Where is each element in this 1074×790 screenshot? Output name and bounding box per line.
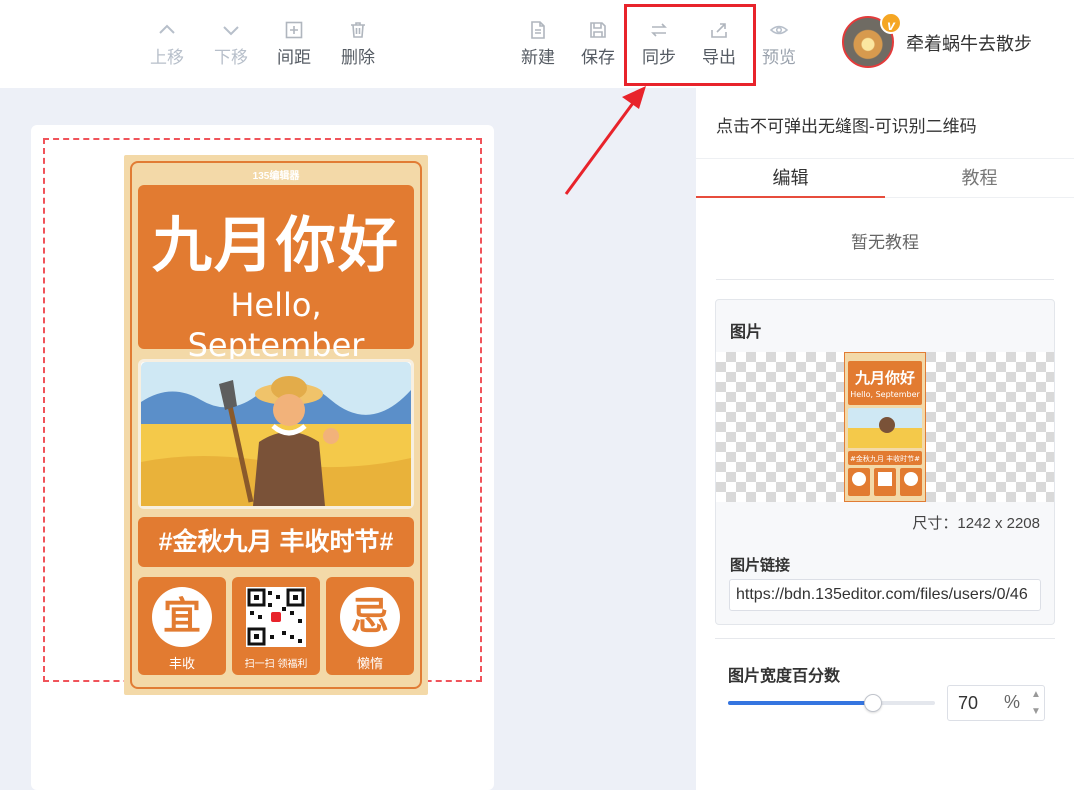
tab-edit[interactable]: 编辑 [696, 159, 885, 198]
tile-right-caption: 懒惰 [356, 656, 383, 671]
spacing-button[interactable]: 间距 [269, 20, 319, 74]
qr-code [246, 587, 306, 647]
svg-text:#金秋九月 丰收时节#: #金秋九月 丰收时节# [850, 454, 920, 463]
chevron-up-icon [142, 20, 192, 46]
poster-title: 九月你好 [152, 211, 400, 281]
poster-tile-right: 忌 懒惰 [326, 577, 414, 675]
preview-button[interactable]: 预览 [754, 20, 804, 74]
slider-fill [728, 701, 873, 705]
preview-label: 预览 [762, 48, 796, 67]
move-down-button[interactable]: 下移 [206, 20, 256, 74]
poster-tile-qr: 扫一扫 领福利 [232, 577, 320, 675]
increment-arrow-icon[interactable]: ▲ [1028, 686, 1044, 703]
chevron-down-icon [206, 20, 256, 46]
top-toolbar: 上移 下移 间距 删除 新建 保存 同步 导出 预览 v 牵着蜗牛去散步 [0, 0, 1074, 88]
delete-button[interactable]: 删除 [333, 20, 383, 74]
section-divider [715, 638, 1055, 639]
spacing-label: 间距 [277, 48, 311, 67]
tile-left-caption: 丰收 [168, 656, 195, 671]
save-label: 保存 [581, 48, 615, 67]
tile-right-char: 忌 [340, 587, 400, 647]
new-button[interactable]: 新建 [513, 20, 563, 74]
poster-subtitle: Hello, September [187, 286, 365, 364]
svg-text:Hello, September: Hello, September [850, 390, 920, 399]
plus-square-icon [269, 20, 319, 46]
username[interactable]: 牵着蜗牛去散步 [906, 30, 1032, 56]
poster-tile-left: 宜 丰收 [138, 577, 226, 675]
editor-canvas-area: 135编辑器 九月你好 Hello, September #金秋九月 丰收时节#… [0, 88, 696, 790]
image-thumbnail[interactable]: 九月你好 Hello, September #金秋九月 丰收时节# [844, 352, 926, 502]
width-percent-value[interactable]: 70 [958, 693, 978, 714]
image-size-text: 尺寸：1242 x 2208 [912, 515, 1040, 532]
svg-text:九月你好: 九月你好 [854, 369, 915, 387]
image-section-title: 图片 [730, 324, 763, 341]
sync-export-highlight-box [624, 4, 756, 86]
poster-frame: 135编辑器 九月你好 Hello, September #金秋九月 丰收时节#… [130, 161, 422, 689]
farmer-illustration [138, 359, 414, 509]
floppy-disk-icon [573, 20, 623, 46]
poster-brand: 135编辑器 [252, 171, 300, 182]
image-preview-area: 九月你好 Hello, September #金秋九月 丰收时节# [716, 352, 1054, 502]
tab-tutorial[interactable]: 教程 [885, 159, 1074, 198]
move-up-label: 上移 [150, 48, 184, 67]
image-settings-card: 图片 九月你好 Hello, September #金秋九月 丰收时节# 尺寸：… [715, 299, 1055, 625]
trash-icon [333, 20, 383, 46]
delete-label: 删除 [341, 48, 375, 67]
editor-page[interactable]: 135编辑器 九月你好 Hello, September #金秋九月 丰收时节#… [31, 125, 494, 790]
document-icon [513, 20, 563, 46]
poster-image[interactable]: 135编辑器 九月你好 Hello, September #金秋九月 丰收时节#… [124, 155, 428, 695]
width-percent-unit: % [1004, 692, 1021, 712]
decrement-arrow-icon[interactable]: ▼ [1028, 703, 1044, 720]
selected-image-outline[interactable]: 135编辑器 九月你好 Hello, September #金秋九月 丰收时节#… [43, 138, 482, 695]
image-link-label: 图片链接 [730, 557, 791, 574]
width-percent-input[interactable]: 70 % ▲ ▼ [947, 685, 1045, 721]
tile-left-char: 宜 [152, 587, 212, 647]
properties-panel: 点击不可弹出无缝图-可识别二维码 编辑 教程 暂无教程 图片 九月你好 Hell… [696, 88, 1074, 790]
tile-qr-caption: 扫一扫 领福利 [244, 659, 308, 670]
width-percent-label: 图片宽度百分数 [728, 668, 841, 685]
new-label: 新建 [521, 48, 555, 67]
poster-slogan: #金秋九月 丰收时节# [138, 517, 414, 567]
poster-title-box: 九月你好 Hello, September [138, 185, 414, 364]
panel-tabs: 编辑 教程 [696, 158, 1074, 198]
farmer-illustration-art [141, 362, 411, 506]
no-tutorial-text: 暂无教程 [716, 228, 1054, 280]
move-up-button[interactable]: 上移 [142, 20, 192, 74]
move-down-label: 下移 [214, 48, 248, 67]
slider-knob[interactable] [864, 694, 882, 712]
eye-icon [754, 20, 804, 46]
panel-note: 点击不可弹出无缝图-可识别二维码 [716, 117, 977, 136]
vip-badge: v [880, 12, 902, 34]
save-button[interactable]: 保存 [573, 20, 623, 74]
width-percent-slider[interactable] [728, 694, 935, 712]
image-link-input[interactable]: https://bdn.135editor.com/files/users/0/… [729, 579, 1041, 611]
